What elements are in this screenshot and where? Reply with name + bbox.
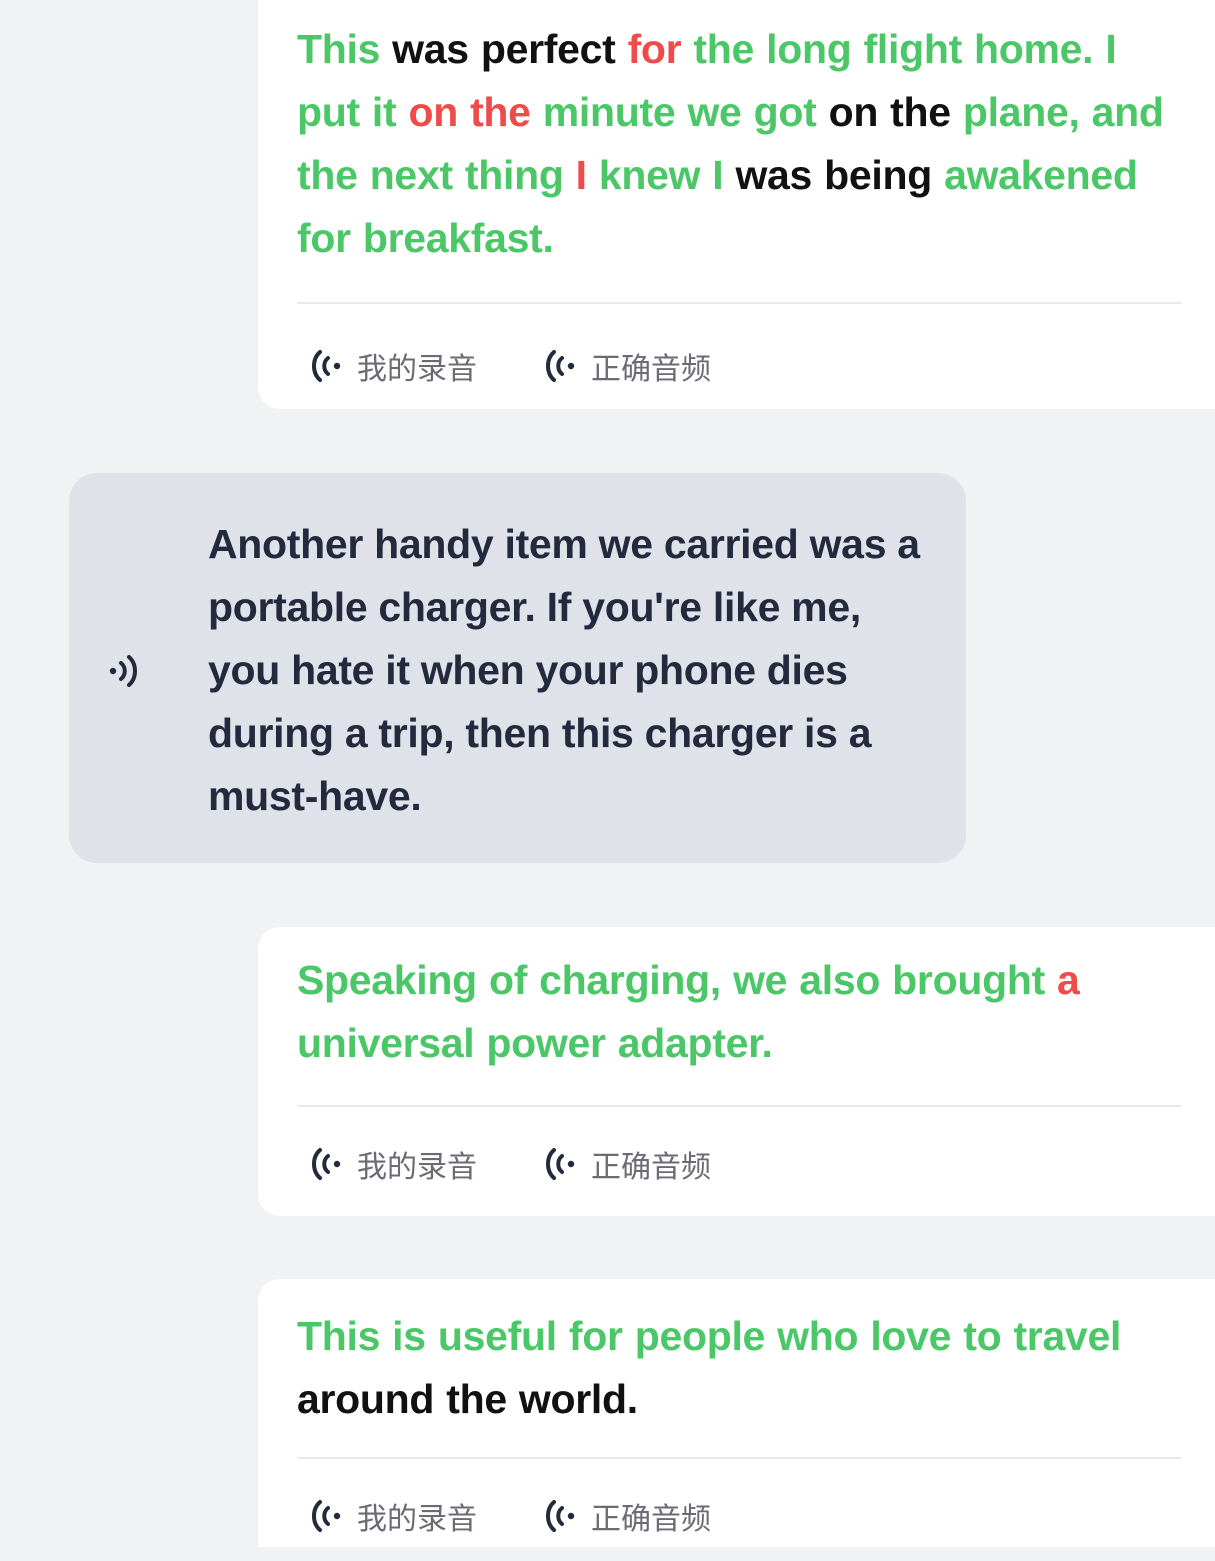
- word-segment: a: [1057, 957, 1080, 1003]
- word-segment: knew I: [586, 152, 736, 198]
- audio-wave-icon: [312, 1148, 341, 1180]
- audio-wave-icon: [312, 1500, 341, 1532]
- word-segment: was being: [735, 152, 945, 198]
- my-recording-button[interactable]: 我的录音: [307, 1142, 477, 1186]
- my-recording-label: 我的录音: [357, 352, 477, 387]
- feedback-card-2: Speaking of charging, we also brought a …: [258, 927, 1215, 1216]
- my-recording-label: 我的录音: [357, 1150, 477, 1185]
- word-segment: for: [627, 26, 682, 72]
- sentence-text: This is useful for people who love to tr…: [297, 1305, 1187, 1431]
- audio-wave-icon: [546, 1148, 575, 1180]
- feedback-card-1: This was perfect for the long flight hom…: [258, 0, 1215, 409]
- word-segment: I: [575, 152, 587, 198]
- correct-audio-button[interactable]: 正确音频: [541, 1494, 711, 1538]
- word-segment: was perfect: [380, 26, 628, 72]
- prompt-bubble: Another handy item we carried was a port…: [69, 473, 966, 863]
- correct-audio-label: 正确音频: [591, 1502, 711, 1537]
- audio-controls: 我的录音 正确音频: [297, 1459, 1215, 1547]
- audio-wave-icon: [312, 350, 341, 382]
- my-recording-button[interactable]: 我的录音: [307, 344, 477, 388]
- word-segment: minute we got: [530, 89, 829, 135]
- correct-audio-button[interactable]: 正确音频: [541, 1142, 711, 1186]
- word-segment: universal power adapter.: [297, 1020, 773, 1066]
- word-segment: on the: [408, 89, 531, 135]
- audio-controls: 我的录音 正确音频: [297, 1107, 1215, 1221]
- prompt-text: Another handy item we carried was a port…: [208, 521, 920, 819]
- word-segment: This is useful for people who love to tr…: [297, 1313, 1122, 1359]
- sentence-text: This was perfect for the long flight hom…: [297, 18, 1187, 270]
- feedback-card-3: This is useful for people who love to tr…: [258, 1279, 1215, 1547]
- audio-wave-icon: [546, 350, 575, 382]
- speaker-icon[interactable]: [107, 651, 147, 691]
- correct-audio-button[interactable]: 正确音频: [541, 344, 711, 388]
- word-segment: Speaking of charging, we also brought: [297, 957, 1058, 1003]
- correct-audio-label: 正确音频: [591, 1150, 711, 1185]
- audio-wave-icon: [546, 1500, 575, 1532]
- sentence-text: Speaking of charging, we also brought a …: [297, 949, 1187, 1075]
- word-segment: This: [297, 26, 381, 72]
- my-recording-button[interactable]: 我的录音: [307, 1494, 477, 1538]
- correct-audio-label: 正确音频: [591, 352, 711, 387]
- my-recording-label: 我的录音: [357, 1502, 477, 1537]
- word-segment: around the world.: [297, 1376, 638, 1422]
- audio-controls: 我的录音 正确音频: [297, 304, 1215, 428]
- word-segment: on the: [828, 89, 963, 135]
